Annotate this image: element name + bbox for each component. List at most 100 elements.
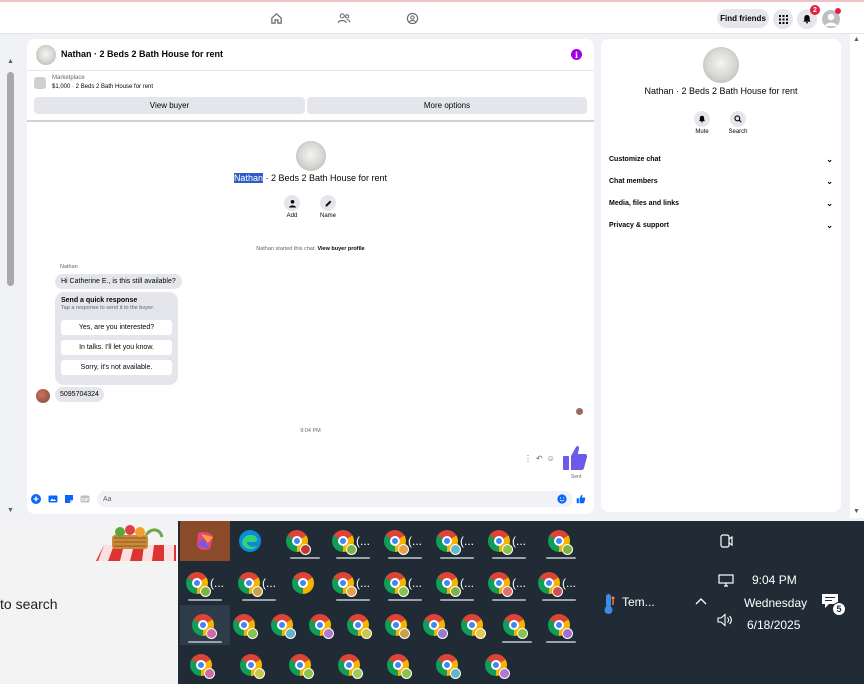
chrome-window[interactable]: (... [380,521,430,561]
section-chat-members[interactable]: Chat members ⌄ [609,174,833,188]
more-vertical-icon[interactable]: ⋮ [524,454,532,463]
chevron-down-icon: ⌄ [826,198,833,208]
window-title-truncated: (... [460,534,474,548]
sticker-icon[interactable] [64,494,74,504]
chrome-window[interactable]: (... [432,521,482,561]
gif-icon[interactable]: GIF [80,494,90,504]
thermometer-icon[interactable] [602,593,616,615]
add-person-icon [284,195,300,211]
window-title-truncated: (... [210,576,224,590]
incoming-message[interactable]: 5095704324 [55,387,104,402]
chrome-window[interactable] [386,645,432,684]
chrome-icon [548,530,573,555]
clock-time[interactable]: 9:04 PM [752,573,797,587]
search-in-chat-button[interactable]: Search [723,111,753,135]
chrome-window[interactable] [484,645,530,684]
chrome-window[interactable] [538,521,584,561]
chrome-window[interactable] [238,645,284,684]
chrome-window[interactable]: (... [328,563,378,603]
conversation-scrollbar[interactable]: ▲ ▼ [4,58,16,516]
scroll-down-arrow-icon[interactable]: ▼ [853,508,860,516]
profile-badge-icon [398,586,409,597]
copilot-app[interactable] [180,521,230,561]
edge-app[interactable] [234,521,280,561]
chrome-window[interactable]: (... [534,563,584,603]
quick-reply-option[interactable]: In talks. I'll let you know. [61,340,172,355]
window-title-truncated: (... [562,576,576,590]
home-icon[interactable] [268,10,284,26]
section-media-files-links[interactable]: Media, files and links ⌄ [609,196,833,210]
photo-icon[interactable] [48,494,58,504]
mute-button[interactable]: Mute [687,111,717,135]
sender-avatar[interactable] [36,389,50,403]
more-options-button[interactable]: More options [307,97,587,114]
profile-badge-icon [475,628,486,639]
sender-name: Nathan [60,264,78,270]
plus-circle-icon[interactable] [31,494,41,504]
section-label: Chat members [609,177,658,185]
chrome-window[interactable]: (... [180,563,230,603]
chrome-window[interactable] [282,521,328,561]
chrome-window[interactable]: (... [484,521,534,561]
scrollbar-thumb[interactable] [7,72,14,286]
speaker-volume-icon[interactable] [717,613,733,627]
chrome-window[interactable]: (... [380,563,430,603]
chrome-window[interactable] [180,605,230,645]
incoming-message[interactable]: Hi Catherine E., is this still available… [55,274,182,289]
taskbar-search-box[interactable]: to search [0,521,178,684]
chrome-window[interactable] [538,605,584,645]
chat-avatar[interactable] [36,45,56,65]
page-scrollbar[interactable]: ▲ ▼ [850,34,864,518]
view-buyer-button[interactable]: View buyer [34,97,305,114]
reply-icon[interactable]: ↶ [536,454,543,463]
chat-title[interactable]: Nathan · 2 Beds 2 Bath House for rent [61,49,223,59]
add-people-button[interactable]: Add [277,195,307,219]
screen-capture-icon[interactable] [718,533,734,549]
chrome-window[interactable] [434,645,480,684]
section-label: Media, files and links [609,199,680,207]
window-title-truncated: (... [408,576,422,590]
contact-avatar[interactable] [296,141,326,171]
profile-badge-icon [399,628,410,639]
edit-name-button[interactable]: Name [313,195,343,219]
message-input[interactable] [97,491,573,507]
network-icon[interactable] [718,574,734,588]
profile-badge-icon [204,668,215,679]
chevron-up-icon[interactable] [694,596,708,606]
quick-reply-option[interactable]: Yes, are you interested? [61,320,172,335]
chrome-icon [503,614,528,639]
chrome-window[interactable]: (... [432,563,482,603]
menu-grid-icon[interactable] [773,9,793,29]
section-customize-chat[interactable]: Customize chat ⌄ [609,152,833,166]
quick-reply-option[interactable]: Sorry, it's not available. [61,360,172,375]
friends-icon[interactable] [336,10,352,26]
clock-day[interactable]: Wednesday [744,596,807,610]
chrome-window[interactable]: (... [234,563,284,603]
chrome-icon [233,614,258,639]
react-smile-icon[interactable]: ☺ [547,454,555,463]
like-icon[interactable] [576,494,586,504]
notification-count-badge: 2 [810,5,820,15]
weather-label[interactable]: Tem... [622,595,655,609]
chrome-window[interactable] [188,645,234,684]
emoji-icon[interactable] [557,494,567,504]
chrome-window[interactable] [288,645,334,684]
chrome-window[interactable]: (... [484,563,534,603]
scroll-down-arrow-icon[interactable]: ▼ [7,507,14,515]
clock-date[interactable]: 6/18/2025 [747,618,800,632]
profile-badge-icon [401,668,412,679]
scroll-up-arrow-icon[interactable]: ▲ [853,36,860,44]
find-friends-button[interactable]: Find friends [717,9,769,28]
chrome-window[interactable]: (... [328,521,378,561]
view-buyer-profile-link[interactable]: View buyer profile [317,246,364,252]
sent-thumbs-up-icon[interactable] [562,444,588,477]
groups-icon[interactable] [404,10,420,26]
info-avatar[interactable] [703,47,739,83]
section-privacy-support[interactable]: Privacy & support ⌄ [609,218,833,232]
listing-detail: $1,000 · 2 Beds 2 Bath House for rent [52,84,154,90]
scroll-up-arrow-icon[interactable]: ▲ [7,58,14,66]
chrome-window[interactable] [336,645,382,684]
chrome-window[interactable] [286,563,332,603]
chrome-window[interactable] [494,605,540,645]
conversation-info-icon[interactable]: i [571,49,582,60]
